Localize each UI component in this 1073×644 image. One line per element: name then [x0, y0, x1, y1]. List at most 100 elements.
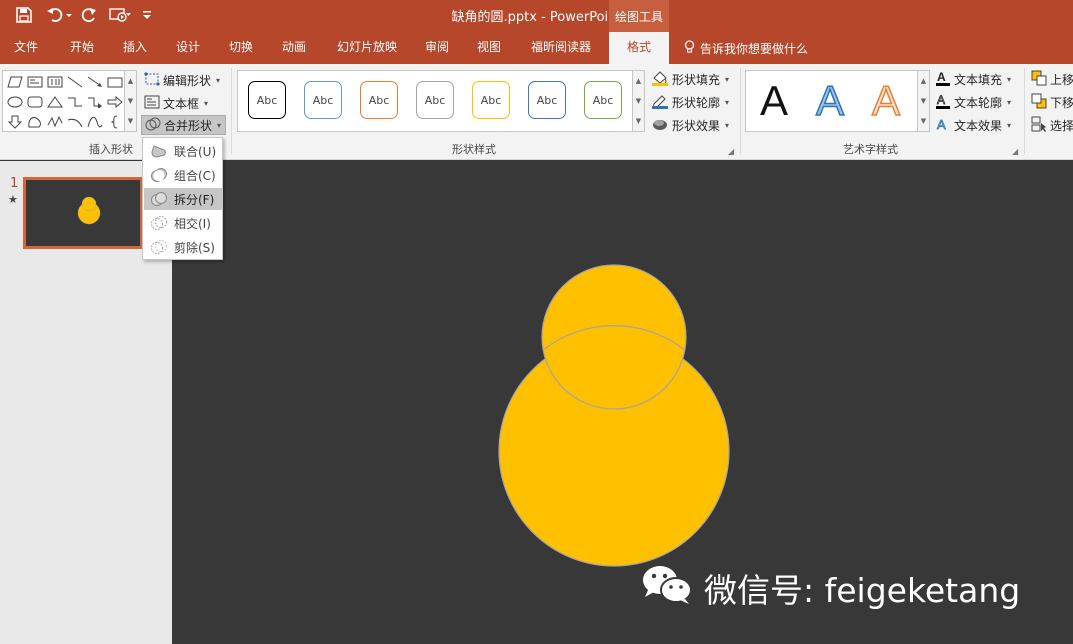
wechat-watermark: 微信号: feigeketang — [640, 566, 1020, 610]
freeform-shape-icon[interactable] — [25, 113, 45, 131]
shapes-gallery[interactable]: ▲ ▼ ▼ — [2, 70, 137, 132]
styles-scroll-up[interactable]: ▲ — [632, 71, 644, 91]
oval-shape-icon[interactable] — [5, 93, 25, 111]
tab-view[interactable]: 视图 — [467, 32, 511, 64]
tab-design[interactable]: 设计 — [166, 32, 210, 64]
down-arrow-shape-icon[interactable] — [5, 113, 25, 131]
shape-styles-gallery[interactable]: Abc Abc Abc Abc Abc Abc Abc ▲ ▼ ▼ — [237, 70, 645, 132]
group-divider — [231, 68, 232, 154]
scribble-shape-icon[interactable] — [45, 113, 65, 131]
edit-shape-icon — [144, 71, 160, 89]
styles-scroll-down[interactable]: ▼ — [632, 91, 644, 111]
merge-fragment-item[interactable]: 拆分(F) — [144, 188, 222, 210]
tab-foxit-reader[interactable]: 福昕阅读器 — [525, 32, 597, 64]
shape-style-gold[interactable]: Abc — [472, 81, 510, 119]
shape-effects-icon — [651, 116, 669, 135]
undo-icon[interactable] — [44, 4, 74, 26]
shape-style-blue[interactable]: Abc — [304, 81, 342, 119]
send-backward-button[interactable]: 下移 — [1031, 92, 1073, 112]
combine-icon — [144, 167, 174, 183]
shape-styles-dialog-launcher[interactable]: ◢ — [728, 147, 737, 156]
text-outline-button[interactable]: A 文本轮廓 ▾ — [935, 92, 1011, 112]
shape-style-gray[interactable]: Abc — [416, 81, 454, 119]
rounded-rectangle-shape-icon[interactable] — [25, 93, 45, 111]
shape-fill-button[interactable]: 形状填充 ▾ — [651, 69, 729, 89]
slide-animation-star-icon: ★ — [8, 193, 18, 206]
wordart-dialog-launcher[interactable]: ◢ — [1012, 147, 1021, 156]
tab-home[interactable]: 开始 — [60, 32, 104, 64]
svg-text:A: A — [937, 70, 946, 84]
tab-review[interactable]: 审阅 — [415, 32, 459, 64]
drawing-tools-context-label: 绘图工具 — [609, 0, 669, 32]
redo-icon[interactable] — [79, 4, 99, 26]
shape-outline-button[interactable]: 形状轮廓 ▾ — [651, 92, 729, 112]
merge-shapes-button[interactable]: 合并形状 ▾ — [141, 115, 226, 135]
wordart-styles-gallery[interactable]: A A A ▲ ▼ ▼ — [745, 70, 930, 132]
group-divider — [1024, 68, 1025, 154]
text-fill-button[interactable]: A 文本填充 ▾ — [935, 69, 1011, 89]
textbox-shape-icon[interactable] — [25, 73, 45, 91]
document-title: 缺角的圆.pptx - PowerPoint — [451, 10, 622, 25]
wordart-style-black[interactable]: A — [750, 75, 798, 127]
shape-effects-button[interactable]: 形状效果 ▾ — [651, 115, 729, 135]
wordart-style-blue-outline[interactable]: A — [806, 75, 854, 127]
svg-text:A: A — [937, 117, 946, 132]
vertical-textbox-shape-icon[interactable] — [45, 73, 65, 91]
brace-shape-icon[interactable] — [105, 113, 125, 131]
shapes-more-button[interactable]: ▼ — [124, 111, 136, 131]
svg-text:A: A — [937, 93, 945, 107]
shape-style-orange[interactable]: Abc — [360, 81, 398, 119]
merge-combine-item[interactable]: 组合(C) — [144, 164, 222, 186]
merge-subtract-item[interactable]: 剪除(S) — [144, 236, 222, 258]
arrow-line-shape-icon[interactable] — [85, 73, 105, 91]
save-icon[interactable] — [12, 4, 36, 26]
curve-shape-icon[interactable] — [85, 113, 105, 131]
bring-forward-icon — [1031, 70, 1047, 89]
tell-me-label: 告诉我你想要做什么 — [700, 41, 809, 56]
shape-style-green[interactable]: Abc — [584, 81, 622, 119]
text-effects-button[interactable]: A 文本效果 ▾ — [935, 115, 1011, 135]
arc-shape-icon[interactable] — [65, 113, 85, 131]
line-shape-icon[interactable] — [65, 73, 85, 91]
slide-thumbnail[interactable] — [23, 177, 143, 249]
fragment-icon — [144, 191, 174, 207]
paint-bucket-icon — [651, 70, 669, 89]
right-arrow-shape-icon[interactable] — [105, 93, 125, 111]
parallelogram-shape-icon[interactable] — [5, 73, 25, 91]
start-slideshow-icon[interactable] — [107, 4, 133, 26]
edit-shape-button[interactable]: 编辑形状 ▾ — [144, 70, 220, 90]
elbow-connector-shape-icon[interactable] — [65, 93, 85, 111]
merge-intersect-item[interactable]: 相交(I) — [144, 212, 222, 234]
title-bar: 缺角的圆.pptx - PowerPoint 绘图工具 — [0, 0, 1073, 32]
triangle-shape-icon[interactable] — [45, 93, 65, 111]
tab-animations[interactable]: 动画 — [272, 32, 316, 64]
tab-slideshow[interactable]: 幻灯片放映 — [332, 32, 402, 64]
text-box-button[interactable]: 文本框 ▾ — [144, 93, 208, 113]
send-backward-icon — [1031, 93, 1047, 112]
wordart-more-button[interactable]: ▼ — [917, 111, 929, 131]
bring-forward-button[interactable]: 上移 — [1031, 69, 1073, 89]
tab-file[interactable]: 文件 — [4, 32, 48, 64]
merge-union-item[interactable]: 联合(U) — [144, 140, 222, 162]
pencil-icon — [651, 93, 669, 112]
wordart-scroll-up[interactable]: ▲ — [917, 71, 929, 91]
shape-style-dark-blue[interactable]: Abc — [528, 81, 566, 119]
shape-style-black[interactable]: Abc — [248, 81, 286, 119]
intersect-icon — [144, 215, 174, 231]
rectangle-shape-icon[interactable] — [105, 73, 125, 91]
wordart-scroll-down[interactable]: ▼ — [917, 91, 929, 111]
styles-more-button[interactable]: ▼ — [632, 111, 644, 131]
shapes-scroll-up[interactable]: ▲ — [124, 71, 136, 91]
selection-pane-icon — [1031, 116, 1047, 135]
wordart-style-orange-outline[interactable]: A — [862, 75, 910, 127]
shapes-scroll-down[interactable]: ▼ — [124, 91, 136, 111]
slide-thumbnail-shapes — [77, 196, 101, 225]
tell-me-search[interactable]: 告诉我你想要做什么 — [684, 32, 808, 64]
tab-insert[interactable]: 插入 — [113, 32, 157, 64]
shape-styles-group-label: 形状样式 — [452, 143, 496, 156]
elbow-arrow-connector-shape-icon[interactable] — [85, 93, 105, 111]
tab-transitions[interactable]: 切换 — [219, 32, 263, 64]
customize-toolbar-icon[interactable] — [140, 4, 154, 26]
selection-pane-button[interactable]: 选择 — [1031, 115, 1073, 135]
tab-format[interactable]: 格式 — [609, 32, 669, 64]
